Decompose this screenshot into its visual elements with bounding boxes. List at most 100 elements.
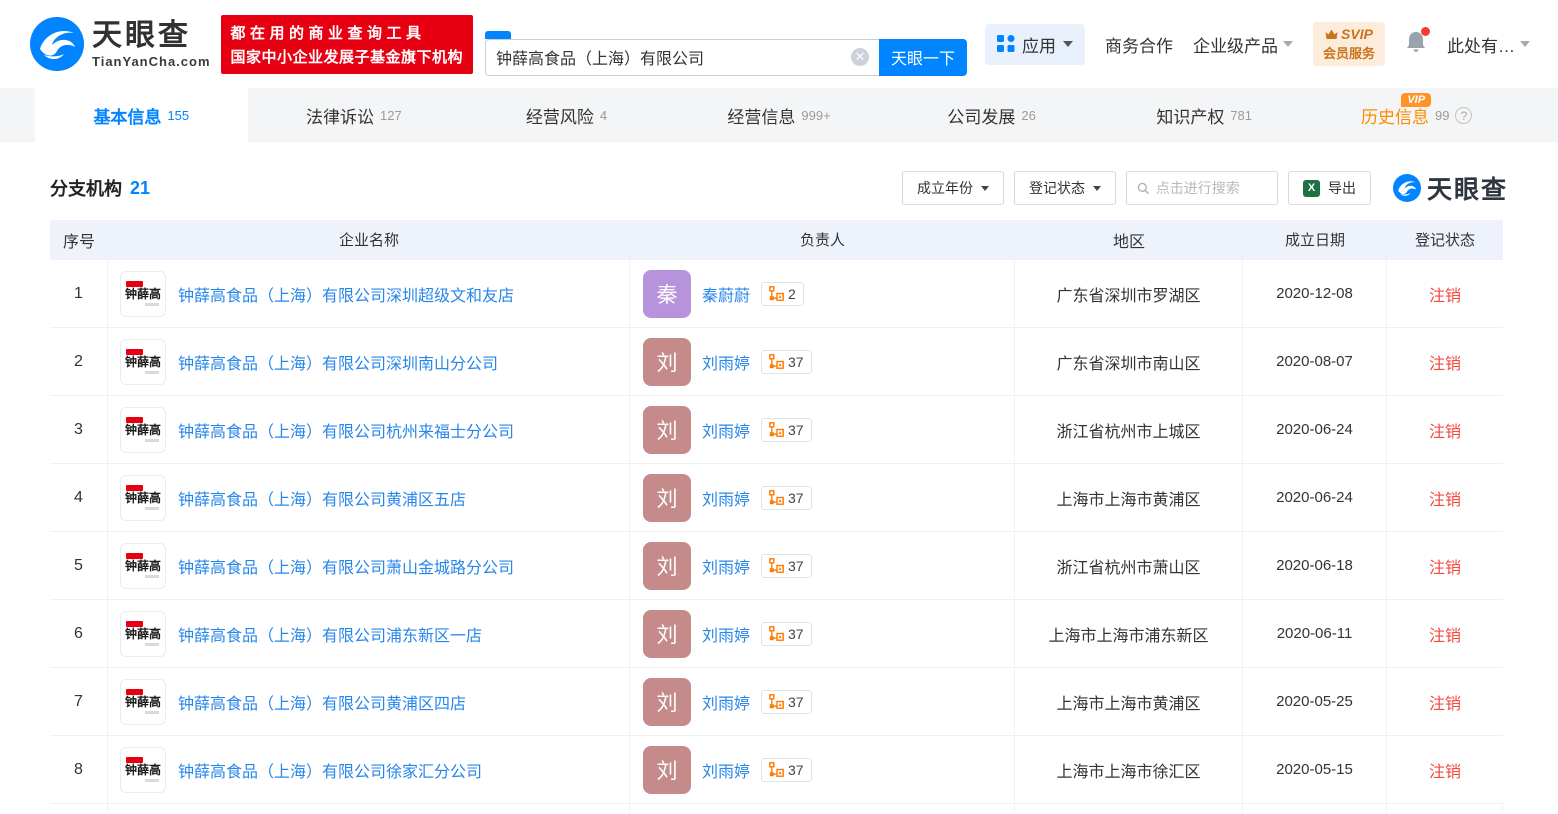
company-logo[interactable]: 钟薛高: [120, 611, 166, 657]
person-avatar[interactable]: 刘: [643, 542, 691, 590]
nav-enterprise-products[interactable]: 企业级产品: [1193, 32, 1293, 57]
company-link[interactable]: 钟薛高食品（上海）有限公司徐家汇分公司: [178, 758, 482, 782]
person-link[interactable]: 刘雨婷: [702, 690, 750, 714]
person-avatar[interactable]: 刘: [643, 678, 691, 726]
related-count: 37: [788, 626, 804, 642]
company-cell: 钟薛高 钟薛高食品（上海）有限公司黄浦区四店: [108, 668, 630, 735]
search-type-tab[interactable]: [485, 31, 511, 39]
tab-count: 781: [1230, 108, 1252, 123]
export-button[interactable]: X 导出: [1288, 171, 1371, 205]
company-logo[interactable]: 钟薛高: [120, 475, 166, 521]
logo-subtext: [145, 779, 159, 782]
company-logo[interactable]: 钟薛高: [120, 679, 166, 725]
table-search-box[interactable]: [1126, 171, 1278, 205]
region-text: 广东省深圳市南山区: [1056, 350, 1200, 374]
company-logo[interactable]: 钟薛高: [120, 339, 166, 385]
company-link[interactable]: 钟薛高食品（上海）有限公司浦东新区一店: [178, 622, 482, 646]
col-header-person: 负责人: [630, 229, 1015, 250]
tab-count: 155: [167, 108, 189, 123]
section-tab[interactable]: 历史信息 99 VIP ?: [1310, 88, 1523, 142]
nav-business-cooperation[interactable]: 商务合作: [1105, 32, 1173, 57]
search-type-tab[interactable]: [511, 31, 537, 39]
person-avatar[interactable]: 秦: [643, 270, 691, 318]
company-logo[interactable]: 钟薛高: [120, 407, 166, 453]
search-button[interactable]: 天眼一下: [879, 39, 967, 76]
person-avatar[interactable]: 刘: [643, 610, 691, 658]
person-cell: 刘 刘雨婷 37: [630, 328, 1015, 395]
search-input[interactable]: [496, 48, 851, 66]
avatar-initial: 刘: [657, 619, 678, 649]
related-companies-badge[interactable]: 37: [761, 758, 812, 782]
section-tab[interactable]: 经营风险 4: [460, 88, 673, 142]
logo-subtext: [145, 303, 159, 306]
row-index: 2: [74, 353, 83, 371]
section-tab[interactable]: 知识产权 781: [1098, 88, 1311, 142]
search-type-tab[interactable]: [563, 31, 589, 39]
related-companies-badge[interactable]: 37: [761, 486, 812, 510]
row-index-cell: 5: [50, 532, 108, 599]
clear-search-icon[interactable]: ✕: [851, 48, 869, 66]
person-avatar[interactable]: 刘: [643, 474, 691, 522]
company-link[interactable]: 钟薛高食品（上海）有限公司黄浦区五店: [178, 486, 466, 510]
person-link[interactable]: 刘雨婷: [702, 350, 750, 374]
filter-status-dropdown[interactable]: 登记状态: [1014, 171, 1116, 205]
section-tab[interactable]: 公司发展 26: [885, 88, 1098, 142]
section-tabs: 基本信息 155 法律诉讼 127 经营风险 4 经营信息 999+ 公司发展 …: [0, 88, 1558, 142]
section-tab[interactable]: 经营信息 999+: [673, 88, 886, 142]
table-body: 1 钟薛高 钟薛高食品（上海）有限公司深圳超级文和友店 秦 秦蔚蔚: [50, 260, 1503, 804]
person-link[interactable]: 刘雨婷: [702, 418, 750, 442]
related-companies-badge[interactable]: 37: [761, 350, 812, 374]
row-index-cell: 7: [50, 668, 108, 735]
date-cell: 2020-06-18: [1243, 532, 1387, 599]
established-date: 2020-06-24: [1276, 421, 1353, 438]
person-avatar[interactable]: 刘: [643, 746, 691, 794]
search-input-wrap: ✕: [485, 39, 879, 76]
related-companies-badge[interactable]: 2: [761, 282, 804, 306]
company-logo[interactable]: 钟薛高: [120, 747, 166, 793]
region-text: 浙江省杭州市上城区: [1056, 418, 1200, 442]
related-companies-badge[interactable]: 37: [761, 690, 812, 714]
status-badge: 注销: [1429, 554, 1461, 578]
user-menu[interactable]: 此处有…: [1447, 32, 1530, 57]
related-companies-badge[interactable]: 37: [761, 622, 812, 646]
filter-year-dropdown[interactable]: 成立年份: [902, 171, 1004, 205]
row-index-cell: 4: [50, 464, 108, 531]
related-count: 2: [788, 286, 796, 302]
section-tab[interactable]: 法律诉讼 127: [248, 88, 461, 142]
svip-member-button[interactable]: SVIP 会员服务: [1313, 22, 1385, 66]
apps-menu-button[interactable]: 应用: [985, 24, 1085, 65]
person-link[interactable]: 秦蔚蔚: [702, 282, 750, 306]
company-link[interactable]: 钟薛高食品（上海）有限公司深圳南山分公司: [178, 350, 498, 374]
chevron-down-icon: [1520, 41, 1530, 47]
site-logo[interactable]: 天眼查 TianYanCha.com: [30, 17, 211, 71]
person-avatar[interactable]: 刘: [643, 338, 691, 386]
row-index: 1: [74, 285, 83, 303]
person-cell: 刘 刘雨婷 37: [630, 464, 1015, 531]
company-logo[interactable]: 钟薛高: [120, 271, 166, 317]
related-companies-badge[interactable]: 37: [761, 418, 812, 442]
company-link[interactable]: 钟薛高食品（上海）有限公司杭州来福士分公司: [178, 418, 514, 442]
company-logo[interactable]: 钟薛高: [120, 543, 166, 589]
person-link[interactable]: 刘雨婷: [702, 622, 750, 646]
search-type-tab[interactable]: [537, 31, 563, 39]
branches-table: 序号 企业名称 负责人 地区 成立日期 登记状态 1 钟薛高 钟薛高食品（上海）…: [50, 220, 1503, 812]
person-link[interactable]: 刘雨婷: [702, 758, 750, 782]
logo-text: 钟薛高: [125, 695, 161, 709]
person-avatar[interactable]: 刘: [643, 406, 691, 454]
company-link[interactable]: 钟薛高食品（上海）有限公司萧山金城路分公司: [178, 554, 514, 578]
company-link[interactable]: 钟薛高食品（上海）有限公司黄浦区四店: [178, 690, 466, 714]
person-link[interactable]: 刘雨婷: [702, 554, 750, 578]
person-link[interactable]: 刘雨婷: [702, 486, 750, 510]
avatar-initial: 刘: [657, 755, 678, 785]
related-count: 37: [788, 558, 804, 574]
date-cell: 2020-12-08: [1243, 260, 1387, 327]
status-cell: 注销: [1387, 464, 1503, 531]
section-tab[interactable]: 基本信息 155: [35, 88, 248, 142]
company-link[interactable]: 钟薛高食品（上海）有限公司深圳超级文和友店: [178, 282, 514, 306]
related-companies-badge[interactable]: 37: [761, 554, 812, 578]
notifications-bell[interactable]: [1405, 30, 1427, 59]
status-cell: 注销: [1387, 736, 1503, 803]
table-search-input[interactable]: [1156, 180, 1267, 196]
related-count: 37: [788, 762, 804, 778]
help-icon[interactable]: ?: [1455, 107, 1472, 124]
